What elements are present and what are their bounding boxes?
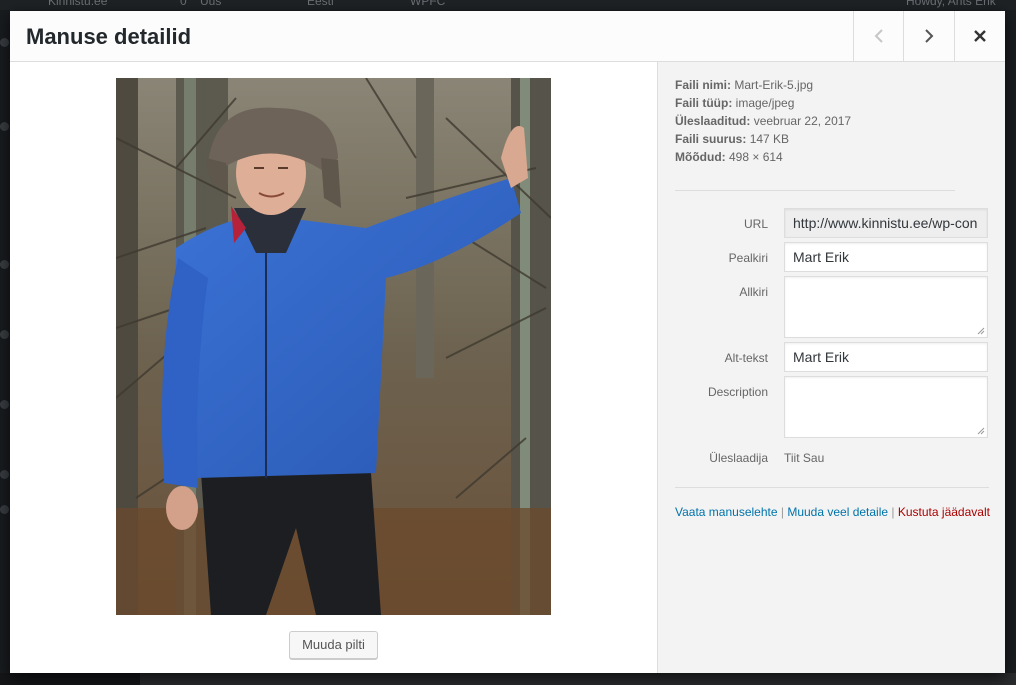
modal-header: Manuse detailid <box>10 11 1005 62</box>
caption-label: Allkiri <box>739 285 768 299</box>
delete-permanently-link[interactable]: Kustuta jäädavalt <box>898 505 990 519</box>
url-field[interactable]: http://www.kinnistu.ee/wp-con <box>784 208 988 238</box>
dimensions-value: 498 × 614 <box>729 150 783 164</box>
adminbar-lang[interactable]: Eesti <box>307 0 334 8</box>
resize-grip-icon[interactable] <box>977 327 985 335</box>
alt-text-field[interactable]: Mart Erik <box>784 342 988 372</box>
adminbar-site[interactable]: Kinnistu.ee <box>48 0 107 8</box>
divider <box>675 190 955 191</box>
attachment-image <box>116 78 551 615</box>
edit-more-details-link[interactable]: Muuda veel detaile <box>787 505 888 519</box>
attachment-actions: Vaata manuselehte | Muuda veel detaile |… <box>675 505 990 519</box>
file-info: Faili nimi: Mart-Erik-5.jpg Faili tüüp: … <box>675 76 851 166</box>
file-name-value: Mart-Erik-5.jpg <box>734 78 814 92</box>
chevron-left-icon <box>874 29 883 43</box>
attachment-details-pane: Faili nimi: Mart-Erik-5.jpg Faili tüüp: … <box>657 62 1005 673</box>
adminbar-new[interactable]: Uus <box>200 0 221 8</box>
adminbar-comments[interactable]: 0 <box>180 0 187 8</box>
uploaded-value: veebruar 22, 2017 <box>753 114 852 128</box>
title-field[interactable]: Mart Erik <box>784 242 988 272</box>
media-preview-pane: Muuda pilti <box>10 62 657 673</box>
close-icon <box>974 30 986 42</box>
description-label: Description <box>707 385 768 399</box>
description-field[interactable] <box>784 376 988 438</box>
link-separator: | <box>780 505 784 519</box>
resize-grip-icon[interactable] <box>977 427 985 435</box>
view-attachment-link[interactable]: Vaata manuselehte <box>675 505 778 519</box>
uploader-label: Üleslaadija <box>709 451 768 465</box>
dimensions-label: Mõõdud: <box>675 150 726 164</box>
caption-field[interactable] <box>784 276 988 338</box>
modal-title: Manuse detailid <box>26 24 192 49</box>
divider <box>675 487 989 488</box>
close-button[interactable] <box>954 11 1005 61</box>
attachment-details-modal: Manuse detailid Muuda pilti Faili nimi: … <box>10 11 1005 673</box>
adminbar-wpfc[interactable]: WPFC <box>410 0 445 8</box>
admin-bar: Kinnistu.ee 0 Uus Eesti WPFC Howdy, Ants… <box>0 0 1016 10</box>
next-button[interactable] <box>903 11 953 61</box>
chevron-right-icon <box>924 29 933 43</box>
link-separator: | <box>891 505 895 519</box>
uploaded-label: Üleslaaditud: <box>675 114 751 128</box>
previous-button[interactable] <box>853 11 903 61</box>
file-type-label: Faili tüüp: <box>675 96 733 110</box>
file-size-label: Faili suurus: <box>675 132 747 146</box>
url-label: URL <box>743 217 768 231</box>
title-label: Pealkiri <box>728 251 768 265</box>
file-size-value: 147 KB <box>749 132 790 146</box>
file-type-value: image/jpeg <box>735 96 795 110</box>
uploader-value: Tiit Sau <box>784 451 825 465</box>
alt-text-label: Alt-tekst <box>724 351 768 365</box>
edit-image-button[interactable]: Muuda pilti <box>289 631 378 659</box>
file-name-label: Faili nimi: <box>675 78 732 92</box>
adminbar-howdy[interactable]: Howdy, Ants Erik <box>906 0 996 8</box>
admin-bottom <box>0 673 1016 685</box>
admin-sidebar <box>0 10 10 685</box>
